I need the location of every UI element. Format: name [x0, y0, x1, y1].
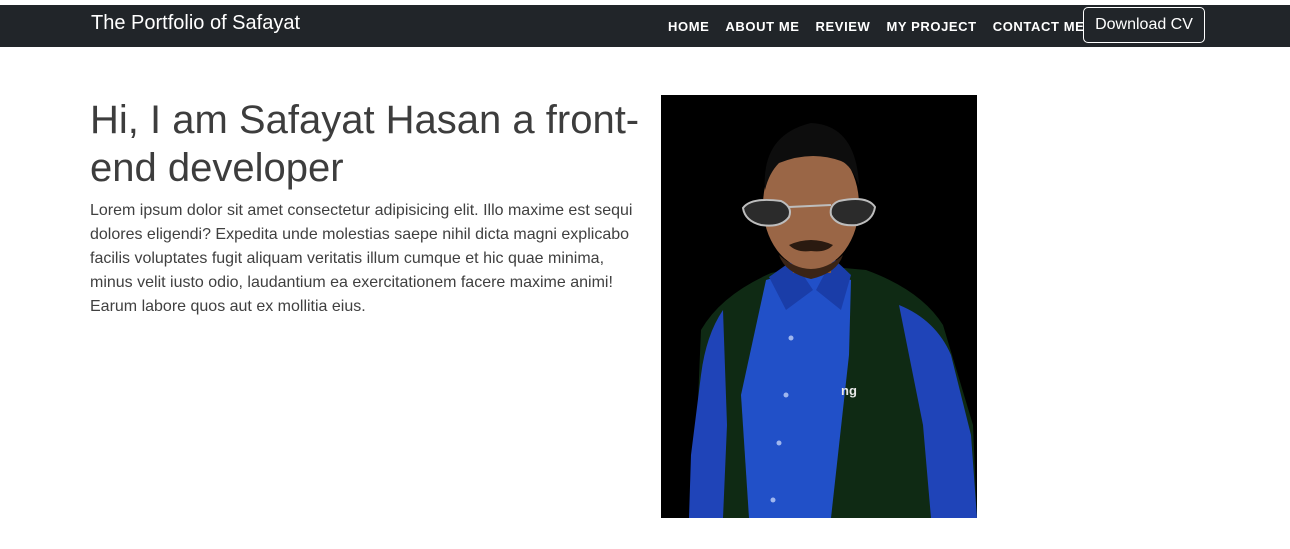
hero-paragraph: Lorem ipsum dolor sit amet consectetur a…	[90, 202, 633, 315]
nav-link-about-me[interactable]: ABOUT ME	[717, 19, 807, 34]
nav-link-contact-me[interactable]: CONTACT ME	[985, 19, 1093, 34]
nav-link-review[interactable]: REVIEW	[808, 19, 879, 34]
svg-text:ng: ng	[841, 383, 857, 398]
download-cv-button[interactable]: Download CV	[1083, 7, 1205, 43]
nav-links: HOME ABOUT ME REVIEW MY PROJECT CONTACT …	[660, 5, 1092, 47]
profile-photo: ng	[661, 95, 977, 518]
nav-link-my-project[interactable]: MY PROJECT	[878, 19, 984, 34]
hero-heading: Hi, I am Safayat Hasan a front-end devel…	[90, 98, 640, 190]
nav-link-home[interactable]: HOME	[660, 19, 717, 34]
navbar: The Portfolio of Safayat HOME ABOUT ME R…	[0, 5, 1290, 47]
brand-link[interactable]: The Portfolio of Safayat	[91, 11, 300, 35]
